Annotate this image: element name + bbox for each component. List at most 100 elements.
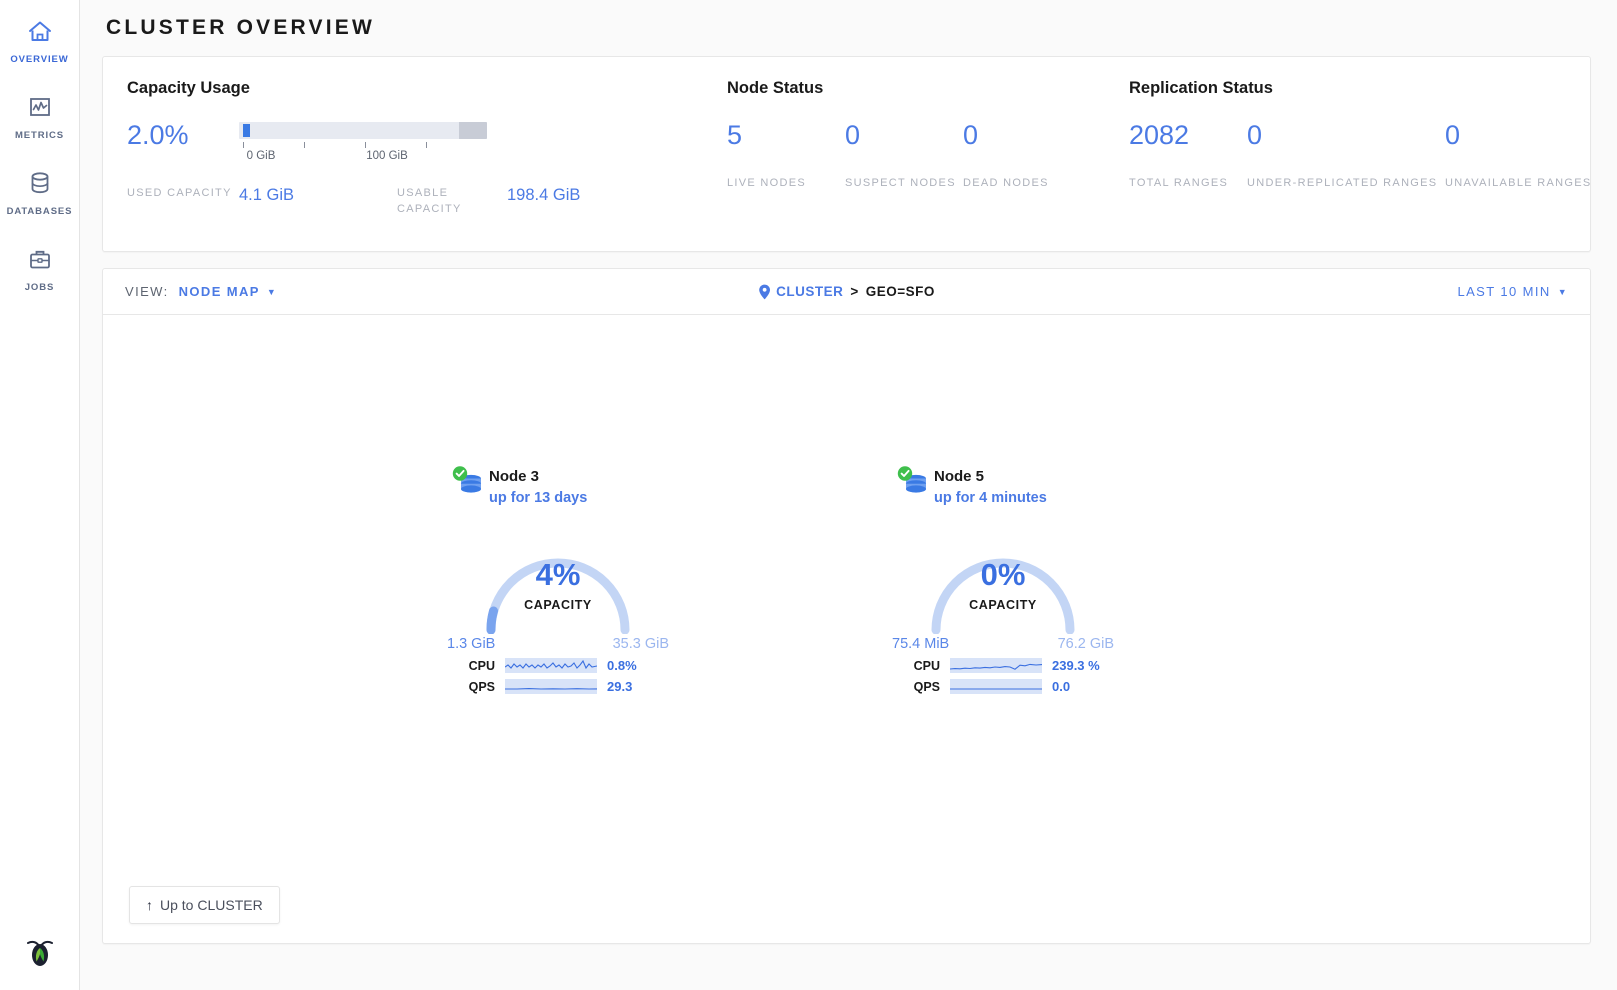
cpu-label: CPU xyxy=(453,659,495,673)
qps-value: 29.3 xyxy=(607,679,632,694)
sidebar-label-databases: Databases xyxy=(7,206,73,217)
up-to-cluster-label: Up to CLUSTER xyxy=(160,897,263,913)
replication-status-section: Replication Status 2082 TOTAL RANGES 0 U… xyxy=(1105,79,1617,251)
node-used-capacity: 75.4 MiB xyxy=(892,636,949,652)
sidebar-item-databases[interactable]: Databases xyxy=(0,166,80,240)
node-total-capacity: 35.3 GiB xyxy=(613,636,669,652)
qps-sparkline xyxy=(950,679,1042,694)
node-name: Node 3 xyxy=(489,465,587,488)
capacity-gauge-label: CAPACITY xyxy=(918,598,1088,612)
view-label: VIEW: xyxy=(125,284,169,299)
node-map-canvas[interactable]: Node 3 up for 13 days 4% CAPACITY 1 xyxy=(103,315,1590,944)
breadcrumb-cluster-link[interactable]: CLUSTER xyxy=(776,284,843,299)
used-capacity-label: USED CAPACITY xyxy=(127,186,239,202)
node-uptime: up for 13 days xyxy=(489,488,587,510)
capacity-bar-chart: 0 GiB 100 GiB xyxy=(239,122,489,170)
axis-tick xyxy=(304,142,305,148)
qps-label: QPS xyxy=(898,680,940,694)
breadcrumb: CLUSTER > GEO=SFO xyxy=(758,284,935,300)
capacity-axis: 0 GiB 100 GiB xyxy=(239,142,487,170)
node-header: Node 5 up for 4 minutes xyxy=(888,465,1118,510)
qps-label: QPS xyxy=(453,680,495,694)
node-cpu-row: CPU 239.3 % xyxy=(888,658,1118,673)
axis-tick xyxy=(243,142,244,148)
node-total-capacity: 76.2 GiB xyxy=(1058,636,1114,652)
stat-value: 5 xyxy=(727,122,845,149)
stat-label: DEAD NODES xyxy=(963,176,1081,192)
node-cpu-row: CPU 0.8% xyxy=(443,658,673,673)
capacity-gauge-label: CAPACITY xyxy=(473,598,643,612)
stat-value: 0 xyxy=(963,122,1081,149)
cockroach-logo xyxy=(18,928,62,972)
home-icon xyxy=(27,14,53,48)
stat-total-ranges: 2082 TOTAL RANGES xyxy=(1129,122,1247,192)
stat-live-nodes: 5 LIVE NODES xyxy=(727,122,845,192)
stat-value: 0 xyxy=(845,122,963,149)
capacity-gauge: 4% CAPACITY xyxy=(473,522,643,634)
chevron-down-icon: ▼ xyxy=(267,287,277,297)
usable-capacity-value: 198.4 GiB xyxy=(507,186,580,205)
sidebar-item-metrics[interactable]: Metrics xyxy=(0,90,80,164)
node-capacity-sizes: 75.4 MiB 76.2 GiB xyxy=(888,636,1118,652)
capacity-bar xyxy=(239,122,487,139)
stat-value: 2082 xyxy=(1129,122,1247,149)
cpu-sparkline xyxy=(950,658,1042,673)
location-pin-icon xyxy=(758,284,770,300)
stat-unavailable-ranges: 0 UNAVAILABLE RANGES xyxy=(1445,122,1605,192)
node-used-capacity: 1.3 GiB xyxy=(447,636,495,652)
used-capacity-value: 4.1 GiB xyxy=(239,186,397,205)
timescale-dropdown[interactable]: LAST 10 MIN ▼ xyxy=(1457,284,1568,299)
capacity-percent: 2.0% xyxy=(127,122,239,149)
stat-dead-nodes: 0 DEAD NODES xyxy=(963,122,1081,192)
node-header: Node 3 up for 13 days xyxy=(443,465,673,510)
node-map-item[interactable]: Node 3 up for 13 days 4% CAPACITY 1 xyxy=(443,465,673,694)
node-titles: Node 3 up for 13 days xyxy=(489,465,587,510)
node-status-section: Node Status 5 LIVE NODES 0 SUSPECT NODES… xyxy=(703,79,1105,251)
stat-suspect-nodes: 0 SUSPECT NODES xyxy=(845,122,963,192)
stat-label: LIVE NODES xyxy=(727,176,845,192)
node-qps-row: QPS 29.3 xyxy=(443,679,673,694)
cluster-overview-page: Overview Metrics Databases xyxy=(0,0,1617,990)
stat-label: SUSPECT NODES xyxy=(845,176,963,192)
capacity-bar-unusable-fill xyxy=(459,122,487,139)
sidebar-item-jobs[interactable]: Jobs xyxy=(0,242,80,316)
up-to-cluster-button[interactable]: ↑ Up to CLUSTER xyxy=(129,886,280,924)
node-database-icon xyxy=(896,465,934,503)
view-mode-dropdown[interactable]: NODE MAP ▼ xyxy=(179,284,278,299)
node-name: Node 5 xyxy=(934,465,1047,488)
stat-value: 0 xyxy=(1247,122,1445,149)
stat-label: UNAVAILABLE RANGES xyxy=(1445,176,1605,192)
stat-label: TOTAL RANGES xyxy=(1129,176,1247,192)
usable-capacity-label: USABLE CAPACITY xyxy=(397,186,507,218)
capacity-usage-section: Capacity Usage 2.0% 0 GiB xyxy=(103,79,703,251)
axis-tick xyxy=(365,142,366,148)
sidebar: Overview Metrics Databases xyxy=(0,0,80,990)
qps-value: 0.0 xyxy=(1052,679,1070,694)
axis-tick-label: 100 GiB xyxy=(366,150,408,162)
node-qps-row: QPS 0.0 xyxy=(888,679,1118,694)
qps-sparkline xyxy=(505,679,597,694)
page-title: CLUSTER OVERVIEW xyxy=(102,0,1591,56)
chevron-down-icon: ▼ xyxy=(1558,287,1568,297)
node-status-title: Node Status xyxy=(727,79,1081,98)
arrow-up-icon: ↑ xyxy=(146,897,153,913)
capacity-gauge-percent: 4% xyxy=(473,557,643,593)
view-mode-value: NODE MAP xyxy=(179,284,260,299)
sidebar-item-overview[interactable]: Overview xyxy=(0,14,80,88)
capacity-bar-used-fill xyxy=(243,124,250,137)
node-uptime: up for 4 minutes xyxy=(934,488,1047,510)
cpu-value: 0.8% xyxy=(607,658,637,673)
cpu-label: CPU xyxy=(898,659,940,673)
node-titles: Node 5 up for 4 minutes xyxy=(934,465,1047,510)
replication-status-title: Replication Status xyxy=(1129,79,1605,98)
node-database-icon xyxy=(451,465,489,503)
database-cylinder-icon xyxy=(27,166,53,200)
node-map-item[interactable]: Node 5 up for 4 minutes 0% CAPACITY 75.4… xyxy=(888,465,1118,694)
capacity-gauge: 0% CAPACITY xyxy=(918,522,1088,634)
capacity-gauge-percent: 0% xyxy=(918,557,1088,593)
stat-label: UNDER-REPLICATED RANGES xyxy=(1247,176,1445,192)
briefcase-icon xyxy=(27,242,53,276)
node-capacity-sizes: 1.3 GiB 35.3 GiB xyxy=(443,636,673,652)
cpu-sparkline xyxy=(505,658,597,673)
cpu-value: 239.3 % xyxy=(1052,658,1100,673)
